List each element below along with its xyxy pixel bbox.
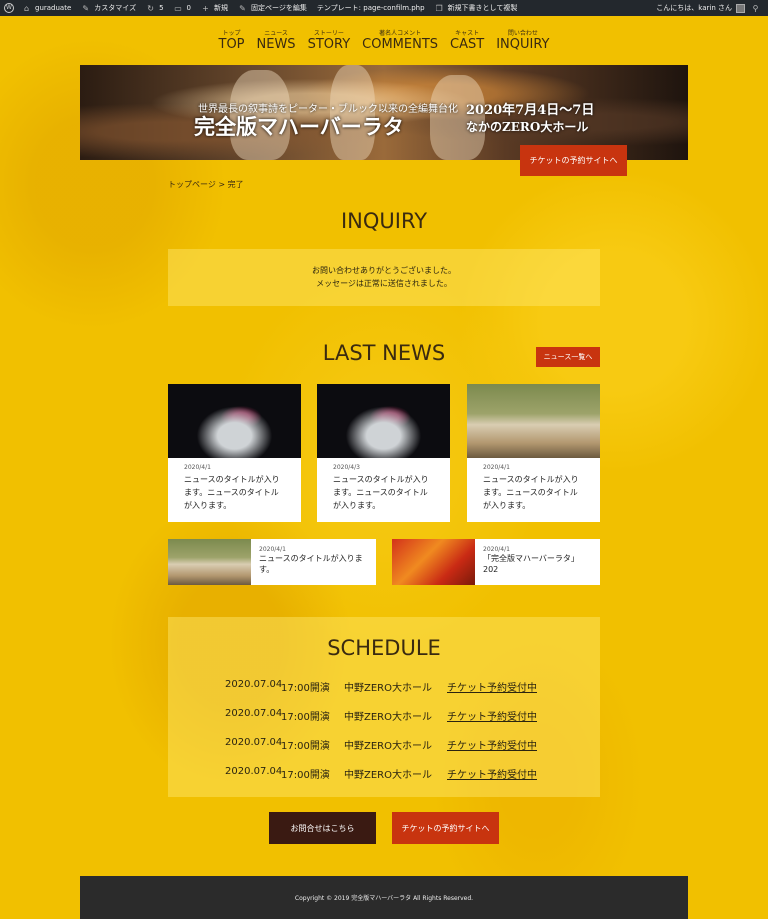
avatar xyxy=(736,3,745,13)
schedule-time: 17:00開演 xyxy=(281,770,330,781)
admin-customize-link[interactable]: ✎ カスタマイズ xyxy=(81,3,136,13)
schedule-ticket-link[interactable]: チケット予約受付中 xyxy=(447,708,537,723)
schedule-venue: 中野ZERO大ホール xyxy=(344,683,432,694)
nav-inquiry[interactable]: 問い合わせ INQUIRY xyxy=(496,30,549,52)
schedule-date: 2020.07.04 xyxy=(225,737,283,748)
brush-icon: ✎ xyxy=(82,3,90,13)
page: W ⌂ guraduate ✎ カスタマイズ ↻ 5 ▭ 0 + 新規 ✎ 固定… xyxy=(0,0,768,919)
admin-new-link[interactable]: + 新規 xyxy=(201,3,228,13)
news-card[interactable]: 2020/4/1 ニュースのタイトルが入ります。ニュースのタイトルが入ります。 xyxy=(168,384,301,522)
hero-venue: なかのZERO大ホール xyxy=(466,120,589,134)
schedule-date: 2020.07.04 xyxy=(225,766,283,777)
ticket-site-button-bottom[interactable]: チケットの予約サイトへ xyxy=(392,812,499,844)
footer: Copyright © 2019 完全版マハーバーラタ All Rights R… xyxy=(80,876,688,919)
news-thumbnail xyxy=(392,539,475,585)
news-thumbnail xyxy=(168,539,251,585)
admin-comments-link[interactable]: ▭ 0 xyxy=(174,4,191,13)
schedule-venue: 中野ZERO大ホール xyxy=(344,741,432,752)
schedule-time: 17:00開演 xyxy=(281,712,330,723)
plus-icon: + xyxy=(202,3,209,13)
pencil-icon: ✎ xyxy=(239,3,246,13)
news-thumbnail xyxy=(317,384,450,458)
schedule-row: 2020.07.04 17:00開演 中野ZERO大ホール チケット予約受付中 xyxy=(225,679,537,694)
schedule-row: 2020.07.04 17:00開演 中野ZERO大ホール チケット予約受付中 xyxy=(225,708,537,723)
news-card[interactable]: 2020/4/3 ニュースのタイトルが入ります。ニュースのタイトルが入ります。 xyxy=(317,384,450,522)
news-list-button[interactable]: ニュース一覧へ xyxy=(536,347,600,367)
nav-news[interactable]: ニュース NEWS xyxy=(257,30,296,52)
schedule-date: 2020.07.04 xyxy=(225,679,283,690)
copyright-text: Copyright © 2019 完全版マハーバーラタ All Rights R… xyxy=(294,895,474,902)
global-nav: トップ TOP ニュース NEWS ストーリー STORY 著名人コメント CO… xyxy=(0,30,768,52)
inquiry-message-box: お問い合わせありがとうございました。 メッセージは正常に送信されました。 xyxy=(168,249,600,306)
news-date: 2020/4/1 xyxy=(483,464,510,471)
home-icon: ⌂ xyxy=(23,3,30,13)
news-card-small[interactable]: 2020/4/1 「完全版マハーバーラタ」202 xyxy=(392,539,600,585)
inquiry-message-line-2: メッセージは正常に送信されました。 xyxy=(316,279,452,288)
news-headline: ニュースのタイトルが入ります。ニュースのタイトルが入ります。 xyxy=(184,475,280,510)
news-headline: ニュースのタイトルが入ります。ニュースのタイトルが入ります。 xyxy=(483,475,579,510)
nav-story[interactable]: ストーリー STORY xyxy=(308,30,351,52)
news-date: 2020/4/3 xyxy=(333,464,360,471)
news-card-small[interactable]: 2020/4/1 ニュースのタイトルが入ります。 xyxy=(168,539,376,585)
schedule-ticket-link[interactable]: チケット予約受付中 xyxy=(447,766,537,781)
news-headline: ニュースのタイトルが入ります。ニュースのタイトルが入ります。 xyxy=(333,475,429,510)
news-date: 2020/4/1 xyxy=(184,464,211,471)
wordpress-icon[interactable]: W xyxy=(4,3,14,13)
breadcrumb: トップページ > 完了 xyxy=(168,180,244,189)
contact-button[interactable]: お問合せはこちら xyxy=(269,812,376,844)
news-title: LAST NEWS xyxy=(322,341,446,365)
schedule-date: 2020.07.04 xyxy=(225,708,283,719)
news-date: 2020/4/1 xyxy=(259,546,286,553)
refresh-icon: ↻ xyxy=(147,3,154,13)
news-thumbnail xyxy=(168,384,301,458)
schedule-ticket-link[interactable]: チケット予約受付中 xyxy=(447,679,537,694)
nav-comments[interactable]: 著名人コメント COMMENTS xyxy=(362,30,438,52)
inquiry-message-line-1: お問い合わせありがとうございました。 xyxy=(312,266,456,275)
schedule-row: 2020.07.04 17:00開演 中野ZERO大ホール チケット予約受付中 xyxy=(225,737,537,752)
admin-edit-page-link[interactable]: ✎ 固定ページを編集 xyxy=(238,3,307,13)
ticket-site-button[interactable]: チケットの予約サイトへ xyxy=(520,145,627,176)
admin-bar: W ⌂ guraduate ✎ カスタマイズ ↻ 5 ▭ 0 + 新規 ✎ 固定… xyxy=(0,0,768,16)
inquiry-title: INQUIRY xyxy=(340,209,428,233)
news-card[interactable]: 2020/4/1 ニュースのタイトルが入ります。ニュースのタイトルが入ります。 xyxy=(467,384,600,522)
news-thumbnail xyxy=(467,384,600,458)
schedule-ticket-link[interactable]: チケット予約受付中 xyxy=(447,737,537,752)
schedule-venue: 中野ZERO大ホール xyxy=(344,770,432,781)
schedule-time: 17:00開演 xyxy=(281,741,330,752)
schedule-row: 2020.07.04 17:00開演 中野ZERO大ホール チケット予約受付中 xyxy=(225,766,537,781)
news-date: 2020/4/1 xyxy=(483,546,510,553)
hero-title: 完全版マハーバーラタ xyxy=(194,114,404,139)
admin-updates-link[interactable]: ↻ 5 xyxy=(146,4,163,13)
copy-icon: ❐ xyxy=(435,3,443,13)
nav-top[interactable]: トップ TOP xyxy=(219,30,245,52)
admin-account-menu[interactable]: こんにちは、karin さん xyxy=(656,3,745,13)
admin-site-link[interactable]: ⌂ guraduate xyxy=(22,4,71,13)
schedule-title: SCHEDULE xyxy=(327,636,441,660)
admin-template-info[interactable]: テンプレート: page-confilm.php xyxy=(317,3,425,13)
news-headline: ニュースのタイトルが入ります。 xyxy=(259,554,363,574)
nav-cast[interactable]: キャスト CAST xyxy=(450,30,484,52)
hero-date: 2020年7月4日〜7日 xyxy=(466,103,595,118)
news-headline: 「完全版マハーバーラタ」202 xyxy=(483,554,579,574)
comment-icon: ▭ xyxy=(174,3,182,13)
schedule-venue: 中野ZERO大ホール xyxy=(344,712,432,723)
admin-duplicate-link[interactable]: ❐ 新規下書きとして複製 xyxy=(435,3,517,13)
schedule-time: 17:00開演 xyxy=(281,683,330,694)
search-icon[interactable]: ⚲ xyxy=(751,4,760,13)
